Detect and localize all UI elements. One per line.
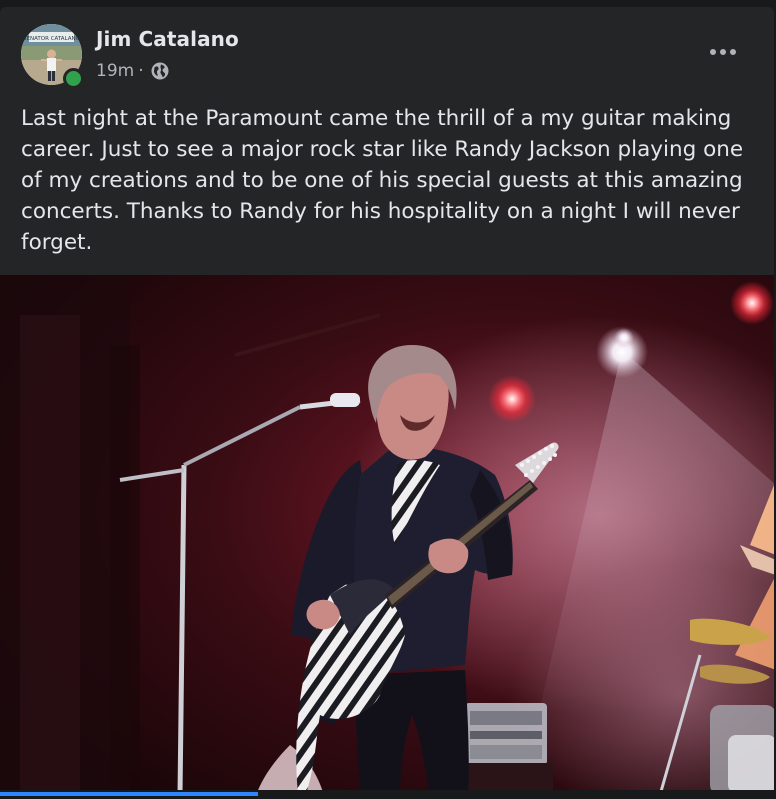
post-timestamp[interactable]: 19m [96,61,134,81]
post-header: SENATOR CATALANO Jim Catalano 19m · [0,7,774,89]
post-caption: Last night at the Paramount came the thr… [21,106,744,255]
post-meta: 19m · [96,60,170,82]
more-options-icon[interactable] [700,37,746,67]
online-status-dot [63,68,84,89]
meta-separator: · [138,61,144,81]
concert-photo [0,275,774,799]
globe-icon[interactable] [150,61,170,81]
feed-background: SENATOR CATALANO Jim Catalano 19m · Last… [0,0,776,799]
more-dot [730,49,736,55]
bottom-progress-bar [0,792,258,796]
author-name[interactable]: Jim Catalano [96,27,239,51]
more-dot [720,49,726,55]
post-card: SENATOR CATALANO Jim Catalano 19m · Last… [0,7,774,799]
post-photo[interactable] [0,275,774,799]
avatar-sign-text: SENATOR CATALANO [23,36,81,42]
bottom-progress-strip [0,790,776,799]
more-dot [710,49,716,55]
